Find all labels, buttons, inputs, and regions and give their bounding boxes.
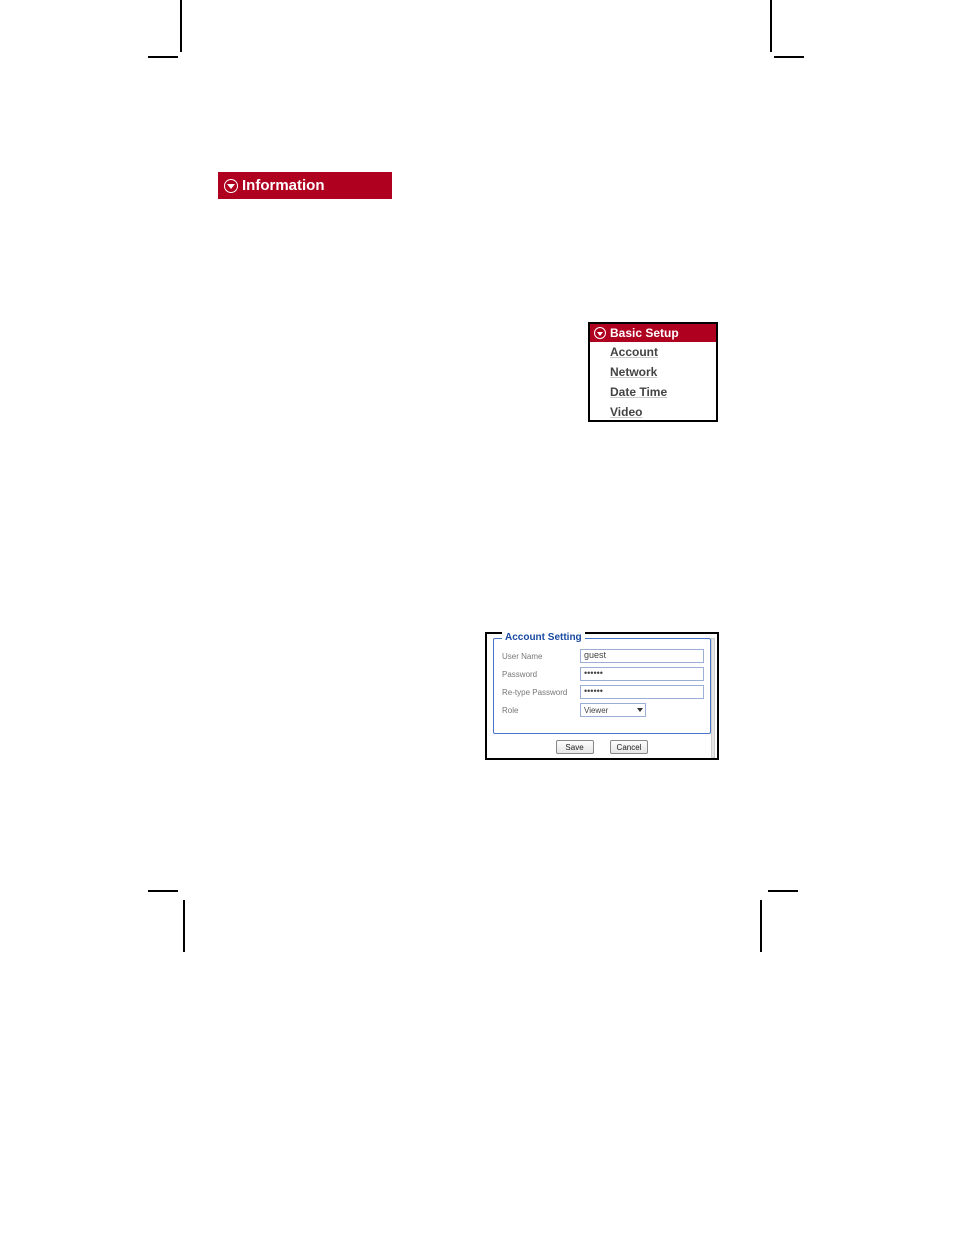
chevron-down-icon: [224, 179, 238, 193]
crop-mark: [180, 0, 182, 52]
crop-mark: [774, 56, 804, 58]
information-header[interactable]: Information: [218, 172, 392, 199]
information-label: Information: [242, 177, 325, 194]
password-label: Password: [502, 670, 580, 679]
basic-setup-header[interactable]: Basic Setup: [590, 324, 716, 342]
crop-mark: [148, 56, 178, 58]
crop-mark: [183, 900, 185, 952]
basic-setup-title: Basic Setup: [610, 326, 679, 340]
username-field[interactable]: guest: [580, 649, 704, 663]
form-row-retype-password: Re-type Password ••••••: [502, 685, 704, 699]
account-setting-fieldset: Account Setting User Name guest Password…: [493, 638, 711, 734]
basic-setup-panel: Basic Setup Account Network Date Time Vi…: [588, 322, 718, 422]
sidebar-item-video[interactable]: Video: [590, 402, 716, 420]
cancel-button[interactable]: Cancel: [610, 740, 649, 754]
sidebar-item-network[interactable]: Network: [590, 362, 716, 382]
sidebar-item-date-time[interactable]: Date Time: [590, 382, 716, 402]
retype-password-label: Re-type Password: [502, 688, 580, 697]
chevron-down-icon: [637, 708, 643, 712]
password-field[interactable]: ••••••: [580, 667, 704, 681]
form-row-username: User Name guest: [502, 649, 704, 663]
account-setting-panel: Account Setting User Name guest Password…: [485, 632, 719, 760]
chevron-down-icon: [594, 327, 606, 339]
crop-mark: [768, 890, 798, 892]
role-select[interactable]: Viewer: [580, 703, 646, 717]
form-row-password: Password ••••••: [502, 667, 704, 681]
button-row: Save Cancel: [493, 740, 711, 754]
role-select-value: Viewer: [584, 706, 608, 715]
username-label: User Name: [502, 652, 580, 661]
crop-mark: [760, 900, 762, 952]
sidebar-item-account[interactable]: Account: [590, 342, 716, 362]
crop-mark: [148, 890, 178, 892]
form-row-role: Role Viewer: [502, 703, 704, 717]
retype-password-field[interactable]: ••••••: [580, 685, 704, 699]
scrollbar[interactable]: [711, 638, 715, 758]
role-label: Role: [502, 706, 580, 715]
crop-mark: [770, 0, 772, 52]
account-setting-legend: Account Setting: [502, 632, 585, 643]
save-button[interactable]: Save: [556, 740, 594, 754]
